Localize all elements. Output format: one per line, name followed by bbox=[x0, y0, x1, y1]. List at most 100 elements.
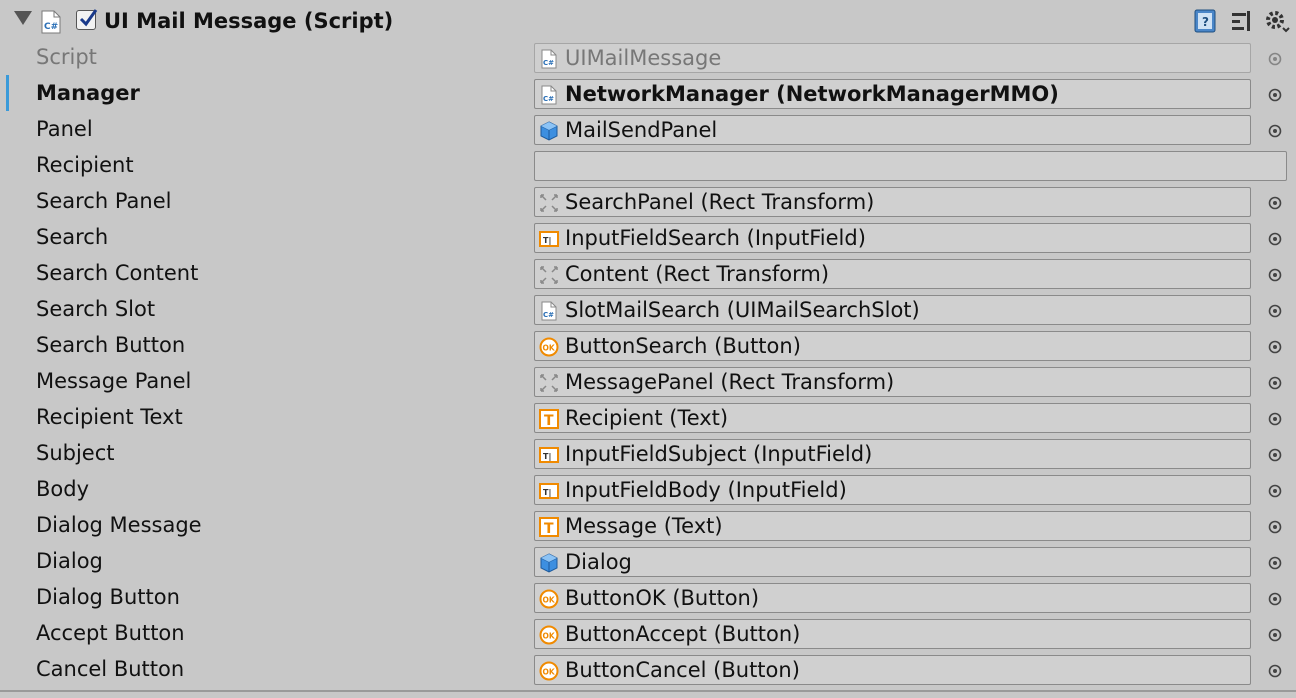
object-picker-icon bbox=[1268, 51, 1282, 66]
object-reference-field[interactable]: T| InputFieldBody (InputField) bbox=[534, 475, 1251, 505]
object-picker-icon[interactable] bbox=[1268, 411, 1282, 426]
svg-text:OK: OK bbox=[543, 632, 556, 641]
property-row: Script C# UIMailMessage bbox=[0, 40, 1296, 76]
svg-text:OK: OK bbox=[543, 344, 556, 353]
property-label: Recipient Text bbox=[36, 405, 183, 429]
object-picker-icon[interactable] bbox=[1268, 339, 1282, 354]
property-label: Search Slot bbox=[36, 297, 156, 321]
enabled-checkbox[interactable] bbox=[76, 9, 98, 30]
object-reference-field[interactable]: T| InputFieldSearch (InputField) bbox=[534, 223, 1251, 253]
field-value: NetworkManager (NetworkManagerMMO) bbox=[565, 82, 1059, 106]
object-picker-icon[interactable] bbox=[1268, 195, 1282, 210]
foldout-arrow-icon[interactable] bbox=[14, 11, 32, 25]
property-label: Dialog bbox=[36, 549, 103, 573]
property-label: Search Panel bbox=[36, 189, 172, 213]
svg-text:T|: T| bbox=[543, 236, 551, 245]
object-reference-field[interactable]: C# NetworkManager (NetworkManagerMMO) bbox=[534, 79, 1251, 109]
preset-sliders-icon[interactable] bbox=[1229, 8, 1255, 34]
script-file-icon: C# bbox=[539, 85, 559, 105]
object-reference-field[interactable]: OK ButtonSearch (Button) bbox=[534, 331, 1251, 361]
property-label: Search Button bbox=[36, 333, 186, 357]
object-reference-field[interactable]: Content (Rect Transform) bbox=[534, 259, 1251, 289]
object-reference-field[interactable]: OK ButtonOK (Button) bbox=[534, 583, 1251, 613]
object-picker-icon[interactable] bbox=[1268, 231, 1282, 246]
object-reference-field[interactable]: MailSendPanel bbox=[534, 115, 1251, 145]
object-reference-field[interactable]: T Message (Text) bbox=[534, 511, 1251, 541]
object-picker-icon[interactable] bbox=[1268, 87, 1282, 102]
text-input-field[interactable] bbox=[534, 151, 1287, 181]
property-label: Script bbox=[36, 45, 97, 69]
property-label: Search bbox=[36, 225, 109, 249]
input-field-icon: T| bbox=[539, 481, 559, 501]
property-label: Manager bbox=[36, 81, 140, 105]
field-value: ButtonOK (Button) bbox=[565, 586, 760, 610]
property-label: Search Content bbox=[36, 261, 199, 285]
text-icon: T bbox=[539, 517, 559, 537]
input-field-icon: T| bbox=[539, 445, 559, 465]
gameobject-cube-icon bbox=[539, 553, 559, 573]
object-picker-icon[interactable] bbox=[1268, 591, 1282, 606]
object-reference-field[interactable]: T| InputFieldSubject (InputField) bbox=[534, 439, 1251, 469]
field-value: MailSendPanel bbox=[565, 118, 718, 142]
object-picker-icon[interactable] bbox=[1268, 663, 1282, 678]
settings-gear-icon[interactable] bbox=[1264, 8, 1290, 34]
object-reference-field[interactable]: T Recipient (Text) bbox=[534, 403, 1251, 433]
object-picker-icon[interactable] bbox=[1268, 447, 1282, 462]
svg-text:C#: C# bbox=[543, 95, 554, 103]
svg-text:OK: OK bbox=[543, 596, 556, 605]
property-label: Recipient bbox=[36, 153, 134, 177]
field-value: SlotMailSearch (UIMailSearchSlot) bbox=[565, 298, 920, 322]
object-reference-field[interactable]: C# SlotMailSearch (UIMailSearchSlot) bbox=[534, 295, 1251, 325]
property-row: Search Panel SearchPanel (Rect Transform) bbox=[0, 184, 1296, 220]
field-value: Content (Rect Transform) bbox=[565, 262, 830, 286]
object-picker-icon[interactable] bbox=[1268, 555, 1282, 570]
object-reference-field[interactable]: OK ButtonCancel (Button) bbox=[534, 655, 1251, 685]
rect-transform-icon bbox=[539, 265, 559, 285]
object-picker-icon[interactable] bbox=[1268, 267, 1282, 282]
field-value: Recipient (Text) bbox=[565, 406, 729, 430]
button-ok-icon: OK bbox=[539, 337, 559, 357]
object-picker-icon[interactable] bbox=[1268, 303, 1282, 318]
property-row: Recipient Text T Recipient (Text) bbox=[0, 400, 1296, 436]
field-value: UIMailMessage bbox=[565, 46, 722, 70]
button-ok-icon: OK bbox=[539, 589, 559, 609]
field-value: SearchPanel (Rect Transform) bbox=[565, 190, 875, 214]
property-label: Subject bbox=[36, 441, 115, 465]
gameobject-cube-icon bbox=[539, 121, 559, 141]
script-icon: C# bbox=[40, 10, 62, 34]
object-picker-icon[interactable] bbox=[1268, 519, 1282, 534]
object-reference-field[interactable]: OK ButtonAccept (Button) bbox=[534, 619, 1251, 649]
object-reference-field[interactable]: Dialog bbox=[534, 547, 1251, 577]
button-ok-icon: OK bbox=[539, 625, 559, 645]
script-file-icon: C# bbox=[539, 49, 559, 69]
property-row: Body T| InputFieldBody (InputField) bbox=[0, 472, 1296, 508]
object-picker-icon[interactable] bbox=[1268, 627, 1282, 642]
property-row: Dialog Dialog bbox=[0, 544, 1296, 580]
field-value: InputFieldBody (InputField) bbox=[565, 478, 847, 502]
component-title: UI Mail Message (Script) bbox=[104, 9, 394, 33]
svg-text:C#: C# bbox=[543, 59, 554, 67]
object-picker-icon[interactable] bbox=[1268, 123, 1282, 138]
object-reference-field[interactable]: MessagePanel (Rect Transform) bbox=[534, 367, 1251, 397]
svg-text:C#: C# bbox=[44, 22, 58, 32]
help-book-icon[interactable]: ? bbox=[1192, 8, 1218, 34]
property-label: Body bbox=[36, 477, 90, 501]
property-row: Recipient bbox=[0, 148, 1296, 184]
object-picker-icon[interactable] bbox=[1268, 375, 1282, 390]
field-value: InputFieldSubject (InputField) bbox=[565, 442, 873, 466]
svg-text:T: T bbox=[544, 521, 554, 537]
property-label: Message Panel bbox=[36, 369, 192, 393]
input-field-icon: T| bbox=[539, 229, 559, 249]
object-reference-field[interactable]: SearchPanel (Rect Transform) bbox=[534, 187, 1251, 217]
field-value: MessagePanel (Rect Transform) bbox=[565, 370, 895, 394]
property-row: Cancel Button OK ButtonCancel (Button) bbox=[0, 652, 1296, 688]
svg-text:?: ? bbox=[1202, 15, 1209, 29]
object-picker-icon[interactable] bbox=[1268, 483, 1282, 498]
checkbox-checked-icon bbox=[79, 9, 98, 27]
property-row: Message Panel MessagePanel (Rect Transfor… bbox=[0, 364, 1296, 400]
field-value: ButtonSearch (Button) bbox=[565, 334, 801, 358]
divider bbox=[0, 690, 1296, 692]
property-row: Search Content Content (Rect Transform) bbox=[0, 256, 1296, 292]
property-row: Panel MailSendPanel bbox=[0, 112, 1296, 148]
svg-text:OK: OK bbox=[543, 668, 556, 677]
